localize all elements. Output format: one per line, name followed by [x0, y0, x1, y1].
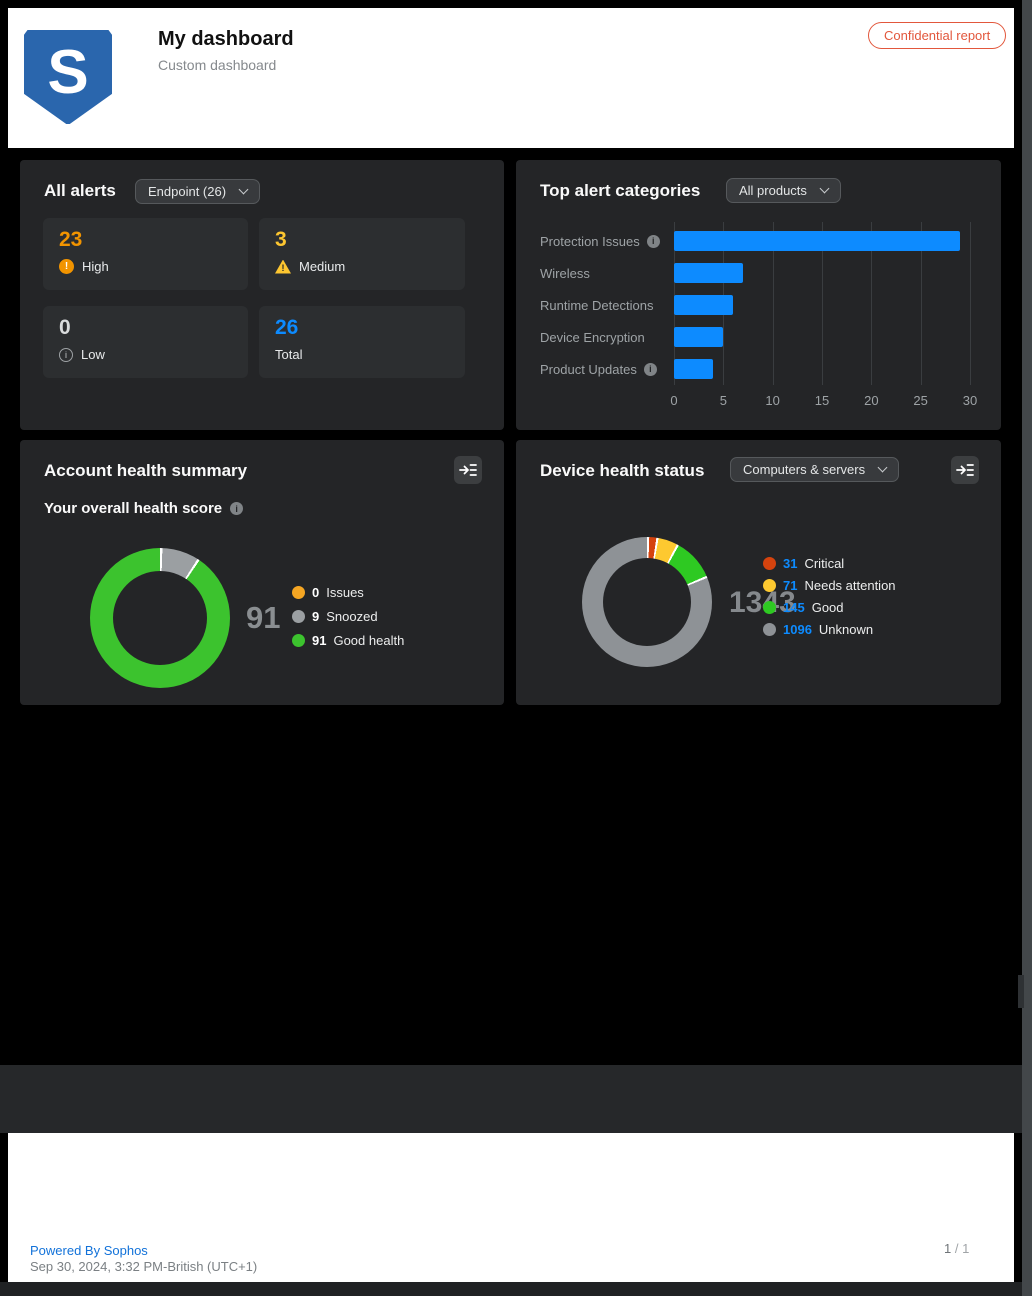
- page-title: My dashboard: [158, 28, 294, 51]
- low-alerts-count: 0: [59, 316, 232, 340]
- products-dropdown-value: All products: [739, 183, 807, 198]
- legend-dot: [292, 634, 305, 647]
- axis-tick-label: 30: [955, 393, 985, 408]
- legend-dot: [292, 610, 305, 623]
- bar-protection-issues: [674, 231, 960, 251]
- legend-item: 145Good: [763, 596, 896, 618]
- low-alerts-card: 0 i Low: [43, 306, 248, 378]
- chevron-down-icon: [878, 463, 888, 473]
- account-health-legend: 0Issues 9Snoozed 91Good health: [292, 580, 404, 652]
- bar-wireless: [674, 263, 743, 283]
- account-health-title: Account health summary: [44, 461, 247, 481]
- donut-hole: [603, 558, 691, 646]
- category-label: Wireless: [540, 263, 672, 283]
- legend-dot: [763, 601, 776, 614]
- device-type-dropdown[interactable]: Computers & servers: [730, 457, 899, 482]
- high-alerts-count: 23: [59, 228, 232, 252]
- axis-tick-label: 0: [659, 393, 689, 408]
- dashboard-area: All alerts Endpoint (26) 23 ! High 3 ! Med…: [8, 148, 1014, 1065]
- bar-product-updates: [674, 359, 713, 379]
- sophos-logo-letter: S: [47, 30, 88, 116]
- category-label: Runtime Detections: [540, 295, 672, 315]
- gridline: [970, 222, 971, 385]
- account-health-panel: Account health summary Your overall heal…: [20, 440, 504, 705]
- high-alerts-card: 23 ! High: [43, 218, 248, 290]
- total-alerts-label: Total: [275, 347, 302, 362]
- alert-high-icon: !: [59, 259, 74, 274]
- axis-tick-label: 5: [708, 393, 738, 408]
- device-health-title: Device health status: [540, 461, 704, 481]
- page-indicator: 1 / 1: [944, 1241, 969, 1256]
- axis-tick-label: 20: [856, 393, 886, 408]
- info-circle-icon: i: [59, 348, 73, 362]
- info-icon[interactable]: i: [647, 235, 660, 248]
- category-label: Protection Issuesi: [540, 231, 672, 251]
- expand-panel-icon: [956, 462, 974, 478]
- scrollbar-thumb[interactable]: [1018, 975, 1024, 1008]
- bottom-bar: [0, 1282, 1022, 1296]
- confidential-report-button[interactable]: Confidential report: [868, 22, 1006, 49]
- legend-item: 0Issues: [292, 580, 404, 604]
- legend-dot: [292, 586, 305, 599]
- bar-runtime-detections: [674, 295, 733, 315]
- legend-item: 9Snoozed: [292, 604, 404, 628]
- legend-dot: [763, 557, 776, 570]
- endpoint-dropdown[interactable]: Endpoint (26): [135, 179, 260, 204]
- overall-health-score-label: Your overall health score: [44, 500, 222, 517]
- open-details-button[interactable]: [454, 456, 482, 484]
- legend-dot: [763, 579, 776, 592]
- powered-by-sophos-link[interactable]: Powered By Sophos: [30, 1243, 148, 1258]
- products-dropdown[interactable]: All products: [726, 178, 841, 203]
- info-icon[interactable]: i: [644, 363, 657, 376]
- report-header: S My dashboard Custom dashboard Confiden…: [8, 8, 1014, 148]
- bar-chart-plot: [674, 222, 986, 385]
- top-alert-categories-title: Top alert categories: [540, 181, 700, 201]
- legend-item: 71Needs attention: [763, 574, 896, 596]
- total-alerts-count: 26: [275, 316, 449, 340]
- warning-triangle-icon: !: [275, 260, 291, 274]
- high-alerts-label: High: [82, 259, 109, 274]
- account-health-donut: [90, 548, 230, 688]
- low-alerts-label: Low: [81, 347, 105, 362]
- health-score-value: 91: [246, 600, 280, 636]
- donut-hole: [113, 571, 207, 665]
- legend-item: 31Critical: [763, 552, 896, 574]
- chevron-down-icon: [819, 184, 829, 194]
- chevron-down-icon: [239, 185, 249, 195]
- sophos-logo: S: [24, 30, 112, 124]
- scrollbar-track[interactable]: [1022, 0, 1032, 1296]
- device-type-dropdown-value: Computers & servers: [743, 462, 865, 477]
- category-label: Product Updatesi: [540, 359, 672, 379]
- expand-panel-icon: [459, 462, 477, 478]
- info-icon[interactable]: i: [230, 502, 243, 515]
- page-subtitle: Custom dashboard: [158, 57, 276, 73]
- top-alert-categories-panel: Top alert categories All products Protec…: [516, 160, 1001, 430]
- device-health-legend: 31Critical 71Needs attention 145Good 109…: [763, 552, 896, 640]
- bar-device-encryption: [674, 327, 723, 347]
- axis-tick-label: 10: [758, 393, 788, 408]
- legend-dot: [763, 623, 776, 636]
- medium-alerts-count: 3: [275, 228, 449, 252]
- medium-alerts-label: Medium: [299, 259, 345, 274]
- page-gap-band: [0, 1065, 1022, 1133]
- report-footer: Powered By Sophos Sep 30, 2024, 3:32 PM-…: [8, 1133, 1014, 1282]
- device-health-panel: Device health status Computers & servers…: [516, 440, 1001, 705]
- report-timestamp: Sep 30, 2024, 3:32 PM-British (UTC+1): [30, 1259, 257, 1274]
- device-health-donut: [582, 537, 712, 667]
- endpoint-dropdown-value: Endpoint (26): [148, 184, 226, 199]
- overall-health-score-heading: Your overall health score i: [44, 500, 243, 517]
- total-alerts-card: 26 Total: [259, 306, 465, 378]
- legend-item: 91Good health: [292, 628, 404, 652]
- medium-alerts-card: 3 ! Medium: [259, 218, 465, 290]
- all-alerts-title: All alerts: [44, 181, 116, 201]
- axis-tick-label: 25: [906, 393, 936, 408]
- axis-tick-label: 15: [807, 393, 837, 408]
- category-label: Device Encryption: [540, 327, 672, 347]
- all-alerts-panel: All alerts Endpoint (26) 23 ! High 3 ! Med…: [20, 160, 504, 430]
- legend-item: 1096Unknown: [763, 618, 896, 640]
- open-details-button[interactable]: [951, 456, 979, 484]
